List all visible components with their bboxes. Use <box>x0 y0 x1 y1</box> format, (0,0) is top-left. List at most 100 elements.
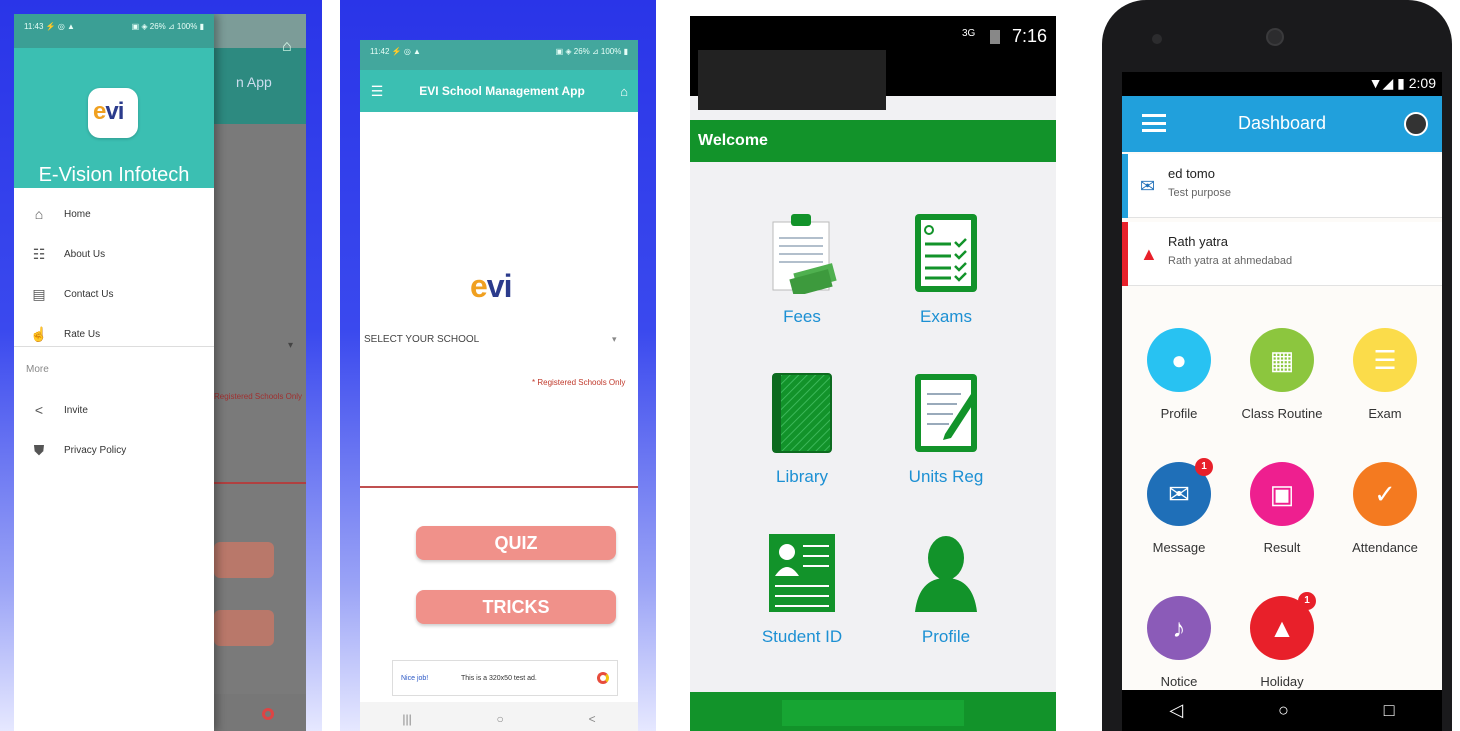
ad-logo-icon <box>597 672 609 684</box>
background-divider <box>214 482 306 484</box>
navigation-drawer: 11:43 ⚡ ◎ ▲ ▣ ◈ 26% ⊿ 100% ▮ evi E-Visio… <box>14 14 214 731</box>
tile-result[interactable]: ▣ Result <box>1229 462 1335 555</box>
notice-title: Rath yatra <box>1168 234 1228 249</box>
drawer-item-contact[interactable]: ▤ Contact Us <box>14 274 214 314</box>
background-toolbar-title: n App <box>236 74 272 90</box>
drawer-item-about[interactable]: ☷ About Us <box>14 234 214 274</box>
app-toolbar: Dashboard <box>1122 96 1442 152</box>
tile-label: Exams <box>920 307 972 326</box>
library-tile[interactable]: Library <box>742 372 862 487</box>
drawer-item-label: Invite <box>64 404 88 416</box>
units-reg-tile[interactable]: Units Reg <box>886 372 1006 487</box>
tile-label: Student ID <box>761 627 843 646</box>
status-bar: 11:42 ⚡ ◎ ▲ ▣ ◈ 26% ⊿ 100% ▮ <box>360 40 638 70</box>
tile-label: Library <box>776 467 828 486</box>
screenshot-dashboard: ▼◢ ▮ 2:09 Dashboard ✉ ed tomo Test purpo… <box>1090 0 1460 731</box>
recents-icon[interactable]: ||| <box>402 712 411 726</box>
drawer-item-label: Contact Us <box>64 288 114 300</box>
list-icon: ☰ <box>1353 328 1417 392</box>
notice-subtitle: Rath yatra at ahmedabad <box>1168 255 1293 267</box>
background-ad-bar <box>214 694 306 731</box>
mail-icon: ✉ <box>1140 176 1156 196</box>
ad-text: This is a 320x50 test ad. <box>461 674 537 682</box>
santa-hat-icon: ▲ 1 <box>1250 592 1316 660</box>
sensor-icon <box>1152 34 1162 44</box>
bottom-button[interactable] <box>782 700 964 726</box>
units-reg-form-icon <box>915 374 977 452</box>
tile-attendance[interactable]: ✓ Attendance <box>1332 462 1438 555</box>
check-icon: ✓ <box>1353 462 1417 526</box>
home-nav-icon[interactable]: ○ <box>497 712 504 726</box>
status-bar: 11:43 ⚡ ◎ ▲ ▣ ◈ 26% ⊿ 100% ▮ <box>14 14 214 48</box>
tile-profile[interactable]: ● Profile <box>1126 328 1232 421</box>
back-icon[interactable]: < <box>589 712 596 726</box>
evi-logo: evi <box>470 268 513 305</box>
profile-tile[interactable]: Profile <box>886 532 1006 647</box>
logo-vi: vi <box>105 98 124 125</box>
notice-item[interactable]: ✉ ed tomo Test purpose <box>1122 154 1442 218</box>
battery-icon <box>990 30 1000 44</box>
drawer-item-invite[interactable]: < Invite <box>14 390 214 430</box>
calendar-icon: ▦ <box>1250 328 1314 392</box>
status-right: ▣ ◈ 26% ⊿ 100% ▮ <box>555 47 628 56</box>
tile-label: Holiday <box>1260 674 1304 689</box>
student-id-card-icon <box>769 534 835 612</box>
school-select-label[interactable]: SELECT YOUR SCHOOL <box>364 334 479 345</box>
tile-notice[interactable]: ♪ Notice <box>1126 596 1232 689</box>
phone-screen: n App ⌂ ▾ Registered Schools Only 11:43 … <box>14 14 306 731</box>
screenshot-school-select: 11:42 ⚡ ◎ ▲ ▣ ◈ 26% ⊿ 100% ▮ ☰ EVI Schoo… <box>340 0 656 731</box>
recents-icon[interactable]: □ <box>1384 700 1395 721</box>
library-book-icon <box>772 373 832 453</box>
status-left: 11:42 ⚡ ◎ ▲ <box>370 47 421 56</box>
drawer-item-home[interactable]: ⌂ Home <box>14 194 214 234</box>
message-badge: 1 <box>1195 458 1213 476</box>
profile-icon: ● <box>1147 328 1211 392</box>
thumb-up-icon: ☝ <box>30 325 48 342</box>
dropdown-arrow-icon: ▾ <box>288 340 294 351</box>
tricks-button[interactable]: TRICKS <box>416 590 616 624</box>
mail-icon: ✉ 1 <box>1147 458 1213 526</box>
notice-accent-bar <box>1122 154 1128 218</box>
profile-person-icon <box>915 536 977 612</box>
tile-class-routine[interactable]: ▦ Class Routine <box>1229 328 1335 421</box>
holiday-badge: 1 <box>1298 592 1316 610</box>
status-bar: ▼◢ ▮ 2:09 <box>1122 72 1442 96</box>
avatar[interactable] <box>1404 112 1428 136</box>
back-icon[interactable]: ◁ <box>1169 700 1183 721</box>
tile-label: Units Reg <box>908 467 984 486</box>
ad-banner[interactable]: Nice job! This is a 320x50 test ad. <box>392 660 618 696</box>
tile-message[interactable]: ✉ 1 Message <box>1126 458 1232 555</box>
tile-holiday[interactable]: ▲ 1 Holiday <box>1229 592 1335 689</box>
logo-e: e <box>470 268 488 304</box>
result-icon: ▣ <box>1250 462 1314 526</box>
app-name: E-Vision Infotech <box>38 164 190 186</box>
tile-exam[interactable]: ☰ Exam <box>1332 328 1438 421</box>
system-nav-bar: ||| ○ < <box>360 702 638 731</box>
drawer-item-rate[interactable]: ☝ Rate Us <box>14 314 214 354</box>
clock: 7:16 <box>1012 26 1048 46</box>
logo-e: e <box>93 98 106 125</box>
bell-icon: ♪ <box>1147 596 1211 660</box>
ad-nice-text: Nice job! <box>401 674 429 682</box>
logo-vi: vi <box>486 268 513 304</box>
background-error-text: Registered Schools Only <box>214 392 303 401</box>
exams-tile[interactable]: Exams <box>886 212 1006 327</box>
tile-label: Profile <box>1160 406 1198 421</box>
fees-tile[interactable]: Fees <box>742 212 862 327</box>
section-label: More <box>26 364 49 375</box>
phone-screen: ▼◢ ▮ 2:09 Dashboard ✉ ed tomo Test purpo… <box>1122 72 1442 690</box>
dropdown-arrow-icon[interactable]: ▾ <box>612 334 617 345</box>
network-label: 3G <box>962 28 976 39</box>
student-id-tile[interactable]: Student ID <box>742 532 862 647</box>
drawer-item-privacy[interactable]: ⛊ Privacy Policy <box>14 430 214 470</box>
quiz-button[interactable]: QUIZ <box>416 526 616 560</box>
drawer-item-label: Rate Us <box>64 328 101 340</box>
hamburger-menu-icon[interactable]: ☰ <box>360 83 394 100</box>
page-title: Dashboard <box>1237 113 1327 133</box>
tile-label: Profile <box>921 627 971 646</box>
home-icon[interactable]: ⌂ <box>610 84 638 99</box>
home-nav-icon[interactable]: ○ <box>1278 700 1289 721</box>
evi-logo: evi <box>88 88 138 138</box>
home-icon[interactable]: ⌂ <box>282 38 292 56</box>
notice-item[interactable]: ▲ Rath yatra Rath yatra at ahmedabad <box>1122 222 1442 286</box>
